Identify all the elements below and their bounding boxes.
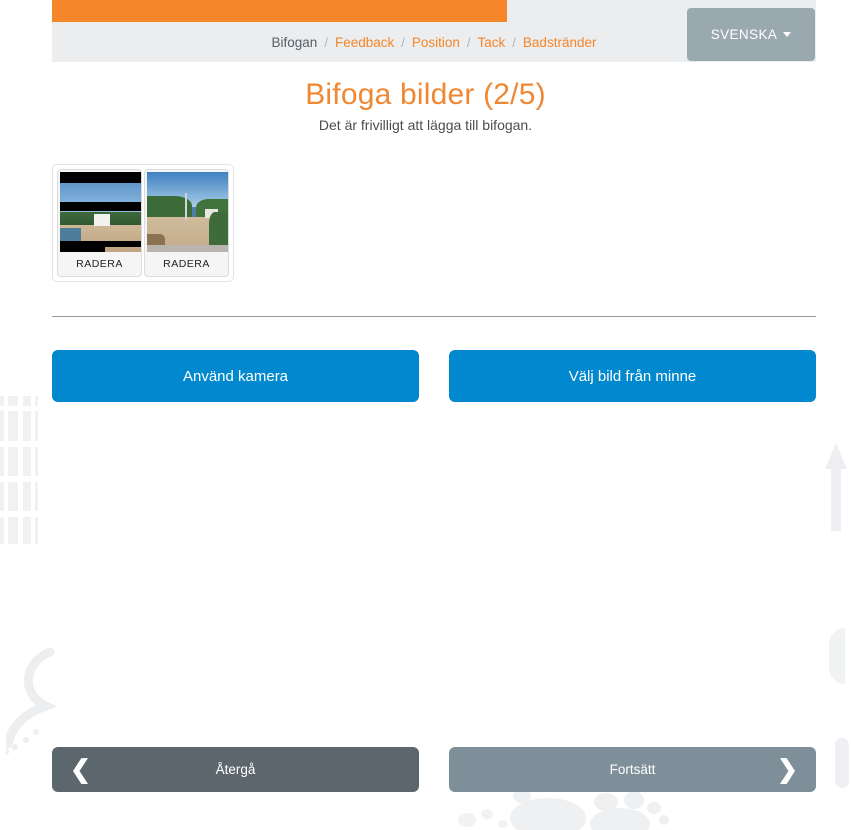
list-item: RADERA	[144, 169, 229, 277]
paw-print-decoration	[500, 789, 670, 830]
blob-shape-decoration	[829, 628, 845, 684]
chevron-left-icon: ❮	[70, 755, 91, 783]
use-camera-button[interactable]: Använd kamera	[52, 350, 419, 402]
paw-dots-decoration	[455, 806, 515, 830]
image-thumbnail-2[interactable]	[147, 172, 228, 252]
breadcrumb-item-position[interactable]: Position	[405, 35, 467, 50]
delete-image-button-2[interactable]: RADERA	[147, 252, 226, 276]
page-title: Bifoga bilder (2/5)	[305, 78, 546, 111]
breadcrumb-item-feedback[interactable]: Feedback	[328, 35, 401, 50]
image-thumbnail-1[interactable]	[60, 172, 141, 252]
breadcrumb-item-badstrander[interactable]: Badstränder	[516, 35, 604, 50]
language-selector-label: SVENSKA	[710, 27, 778, 42]
back-button[interactable]: ❮ Återgå	[52, 747, 419, 792]
continue-button[interactable]: Fortsätt ❯	[449, 747, 816, 792]
breadcrumb-item-tack[interactable]: Tack	[471, 35, 513, 50]
language-selector-button[interactable]: SVENSKA	[687, 8, 815, 61]
strip-shape-decoration	[835, 738, 849, 788]
list-item: RADERA	[57, 169, 142, 277]
continue-button-label: Fortsätt	[609, 762, 656, 777]
image-source-actions: Använd kamera Välj bild från minne	[52, 350, 816, 402]
page-subtitle: Det är frivilligt att lägga till bifogan…	[318, 117, 533, 133]
wizard-navigation: ❮ Återgå Fortsätt ❯	[52, 747, 816, 792]
page-root: Bifogan / Feedback / Position / Tack / B…	[0, 0, 851, 830]
section-divider	[52, 316, 816, 317]
breadcrumb: Bifogan / Feedback / Position / Tack / B…	[265, 35, 604, 50]
chevron-right-icon: ❯	[777, 755, 798, 783]
delete-image-button-1[interactable]: RADERA	[60, 252, 139, 276]
back-button-label: Återgå	[215, 762, 256, 777]
building-pattern-decoration	[0, 396, 38, 554]
progress-bar-fill	[52, 0, 508, 22]
arrow-shape-decoration	[825, 443, 847, 531]
choose-from-gallery-button[interactable]: Välj bild från minne	[449, 350, 816, 402]
breadcrumb-item-bifogan: Bifogan	[271, 34, 318, 50]
attached-images-list: RADERA RADERA	[52, 164, 234, 282]
caret-down-icon	[783, 32, 792, 37]
